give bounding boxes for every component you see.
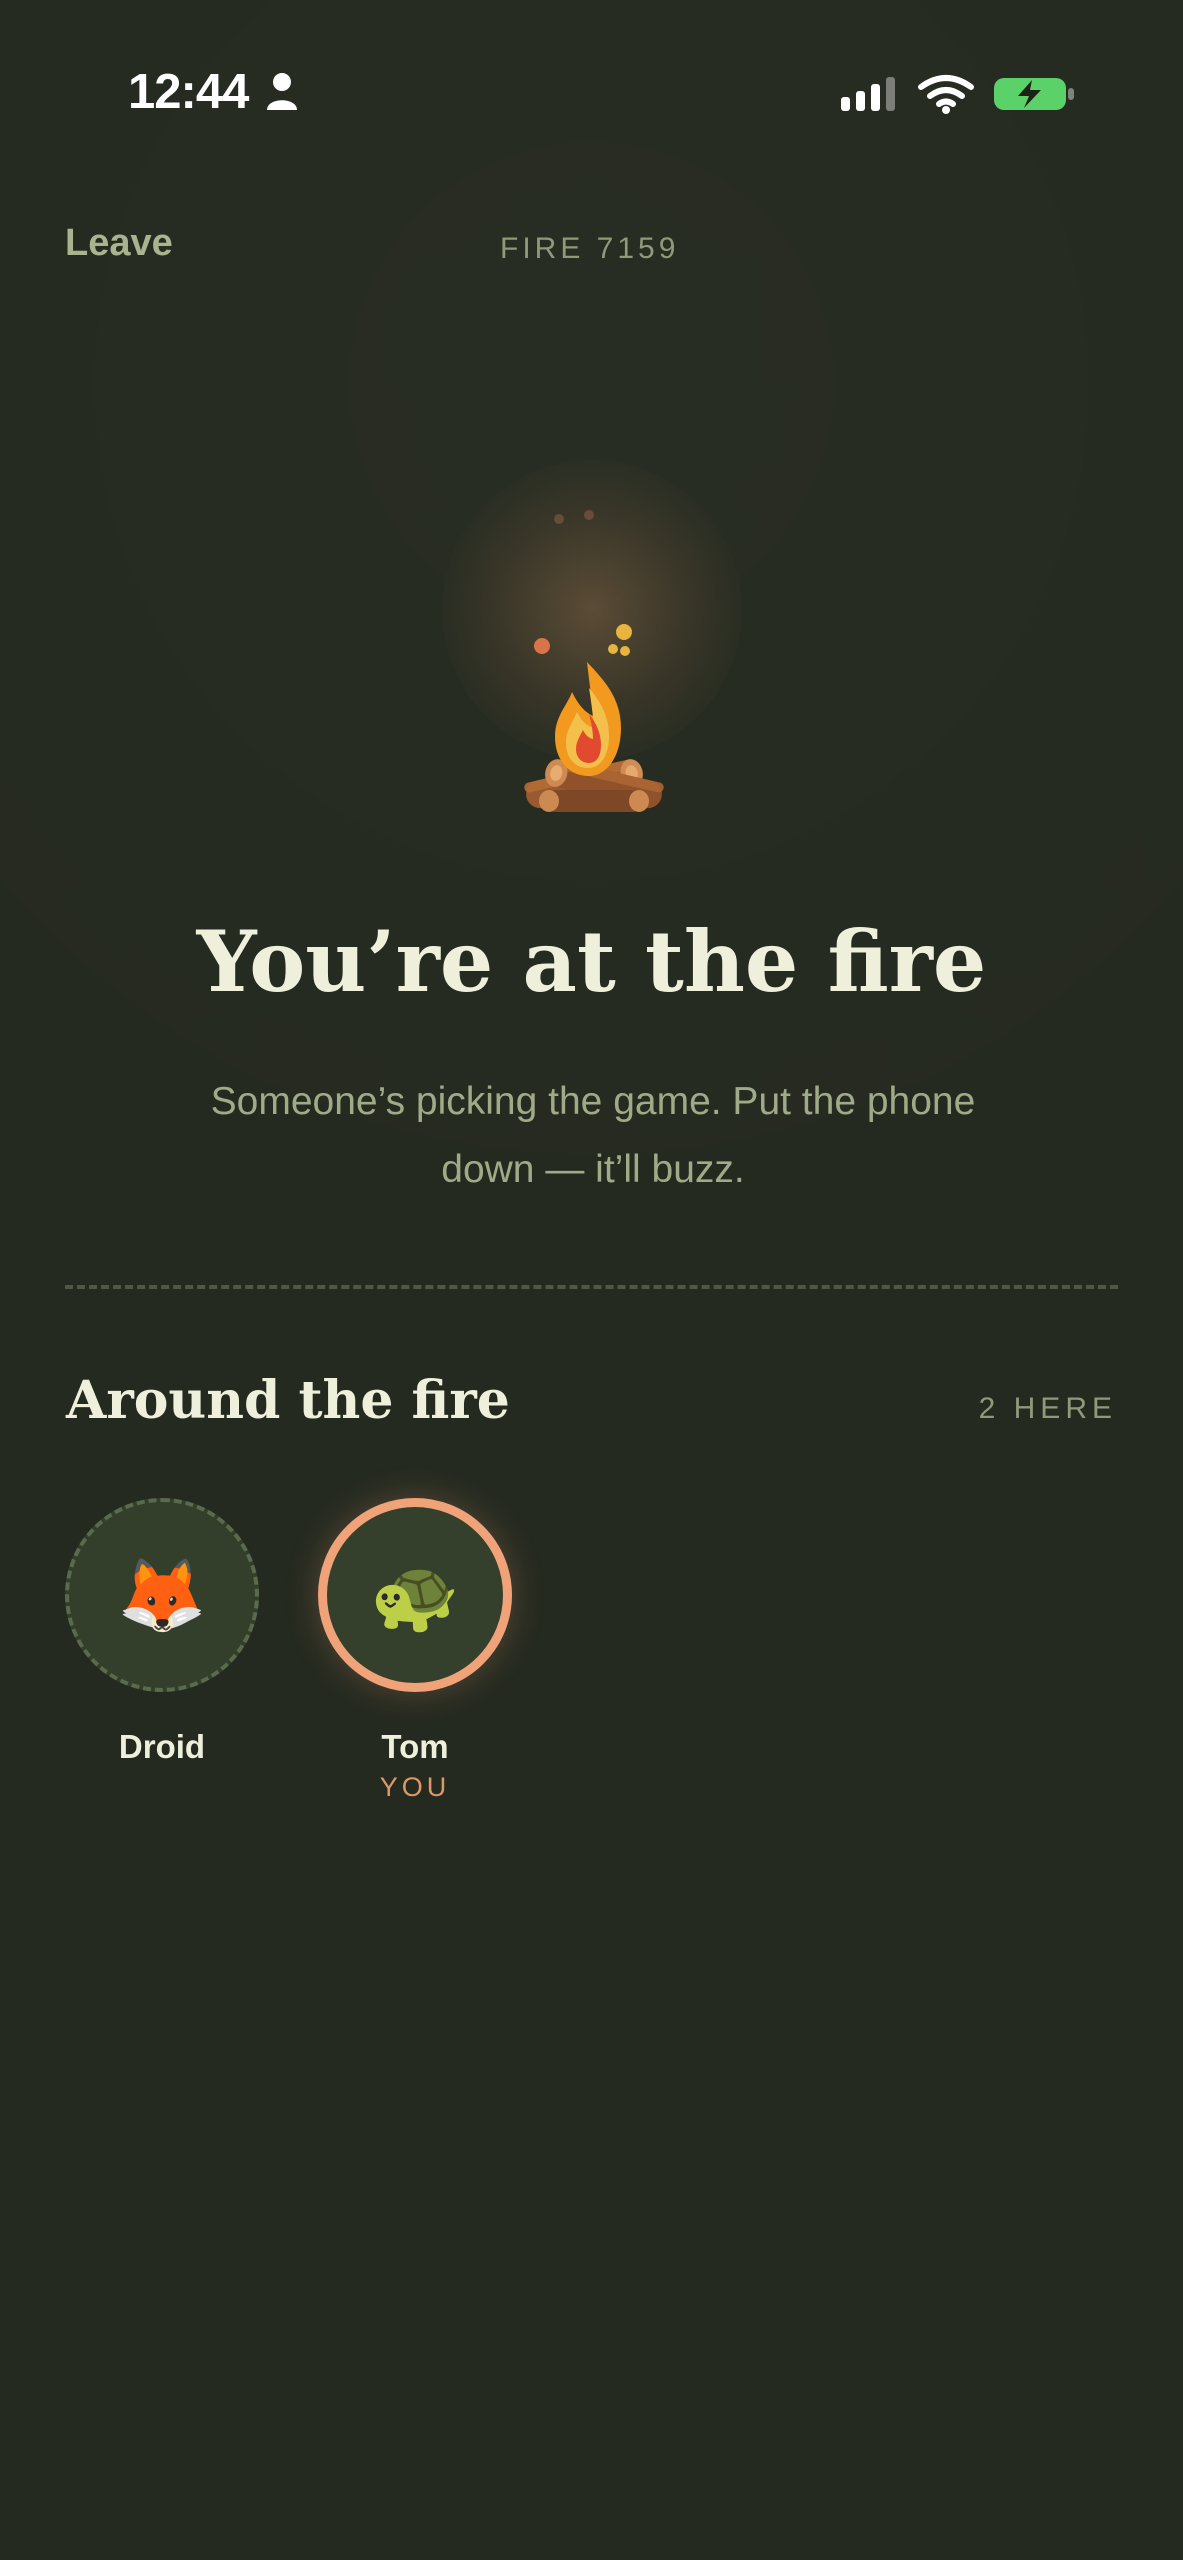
status-bar: 12:44 <box>0 0 1183 190</box>
status-icons <box>841 73 1077 115</box>
page-subtitle: Someone’s picking the game. Put the phon… <box>210 1080 976 1191</box>
ember-spark <box>584 510 594 520</box>
status-time: 12:44 <box>128 65 249 119</box>
campfire-hero <box>0 460 1183 880</box>
participants-list: 🦊 Droid 🐢 Tom YOU <box>0 1498 1183 1818</box>
room-code: FIRE 7159 <box>500 232 680 265</box>
battery-charging-icon <box>994 78 1074 110</box>
leave-button[interactable]: Leave <box>65 222 173 265</box>
signal-icon <box>841 77 895 111</box>
turtle-icon: 🐢 <box>370 1553 460 1637</box>
person-icon <box>267 73 298 110</box>
header-row: Leave FIRE 7159 <box>0 222 1183 278</box>
participant-name: Droid <box>118 1728 206 1765</box>
participant-droid: 🦊 Droid <box>65 1498 259 1766</box>
fox-icon: 🦊 <box>117 1553 207 1637</box>
participant-tom: 🐢 Tom YOU <box>318 1498 512 1803</box>
section-title: Around the fire <box>66 1370 510 1431</box>
dashed-divider <box>65 1285 1118 1289</box>
ember-spark <box>554 514 564 524</box>
avatar: 🦊 <box>65 1498 259 1692</box>
you-badge: YOU <box>379 1772 451 1802</box>
participant-count: 2 HERE <box>978 1392 1117 1425</box>
campfire-icon <box>524 662 664 812</box>
time-group: 12:44 <box>128 64 300 120</box>
avatar: 🐢 <box>318 1498 512 1692</box>
wifi-icon <box>918 75 974 114</box>
page-title: You’re at the fire <box>196 912 987 1011</box>
screen: 12:44 Leave FIRE 7159 You’re at the fire… <box>0 0 1183 2560</box>
ember-spark <box>616 624 632 640</box>
participant-name: Tom <box>381 1728 449 1765</box>
